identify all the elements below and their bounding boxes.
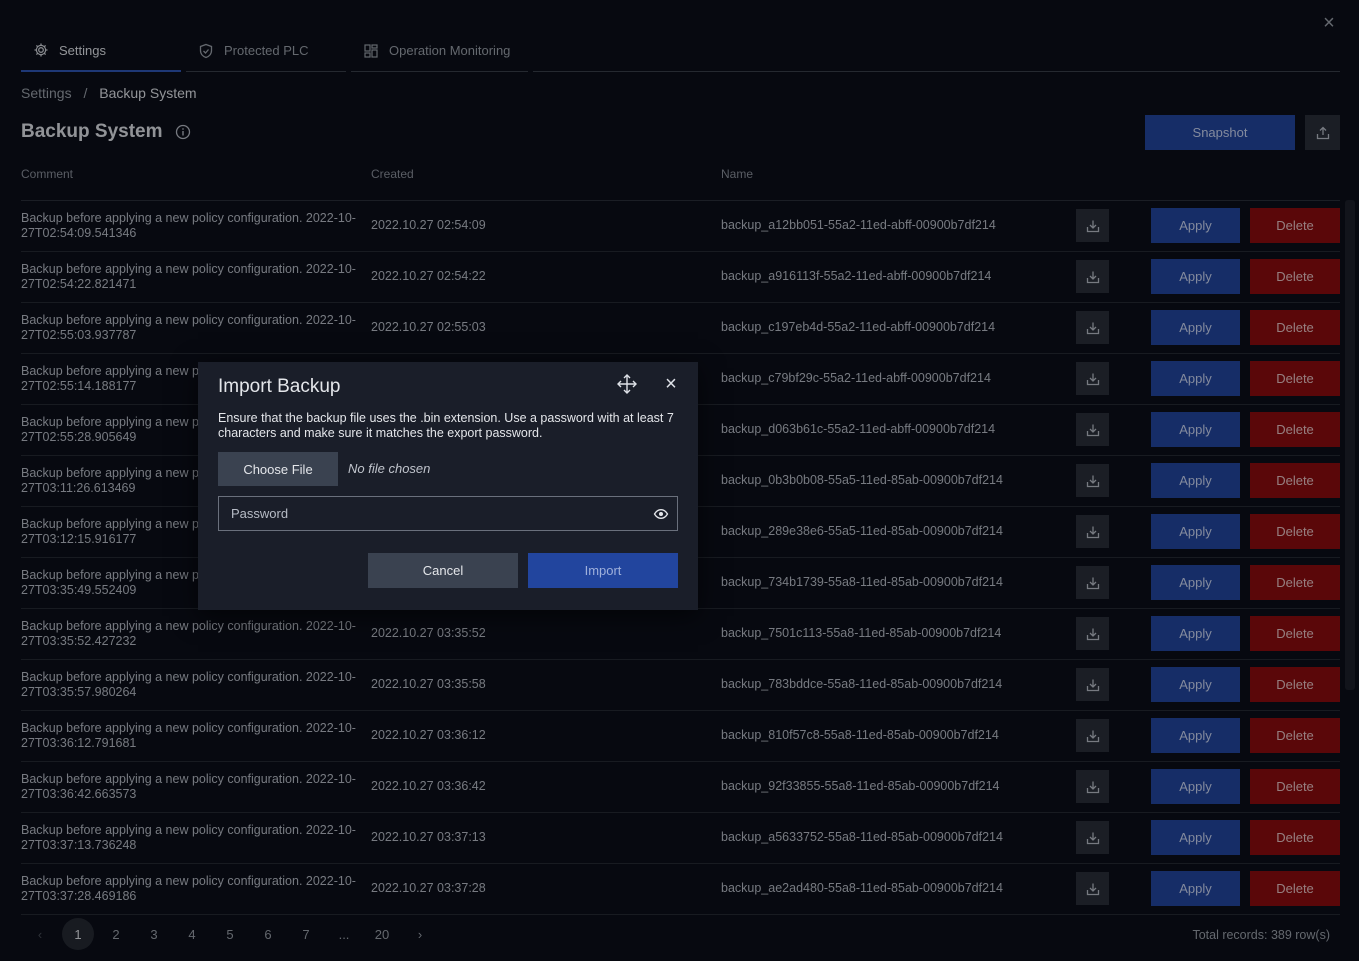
cancel-button[interactable]: Cancel (368, 553, 518, 588)
import-backup-dialog: Import Backup × Ensure that the backup f… (198, 362, 698, 610)
file-status: No file chosen (348, 461, 431, 476)
import-button[interactable]: Import (528, 553, 678, 588)
choose-file-button[interactable]: Choose File (218, 452, 338, 486)
dialog-title: Import Backup (218, 376, 341, 397)
password-field (218, 496, 678, 531)
password-input[interactable] (231, 506, 631, 521)
dialog-description: Ensure that the backup file uses the .bi… (218, 411, 674, 440)
eye-icon[interactable] (653, 506, 669, 522)
move-icon[interactable] (616, 373, 638, 395)
dialog-close-icon[interactable]: × (660, 373, 682, 395)
